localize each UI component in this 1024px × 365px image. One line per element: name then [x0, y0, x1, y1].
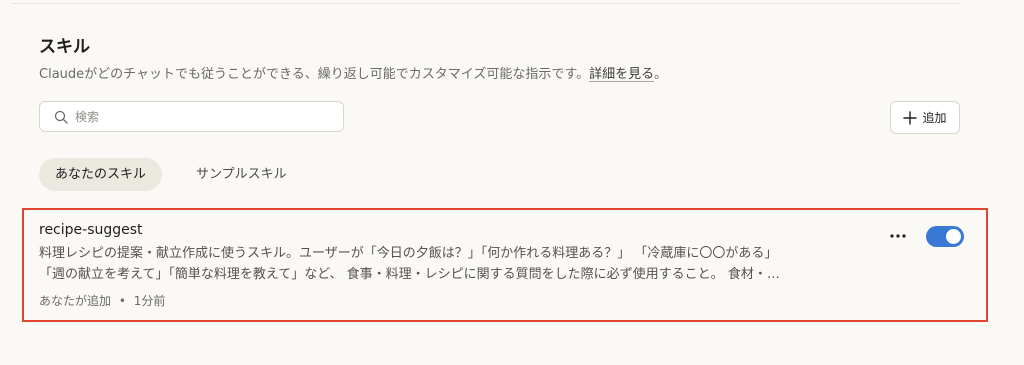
description-end: 。 [654, 67, 668, 82]
add-skill-button[interactable]: 追加 [890, 101, 960, 134]
skill-description: 料理レシピの提案・献立作成に使うスキル。ユーザーが「今日の夕飯は？」「何か作れる… [39, 243, 869, 285]
add-button-label: 追加 [922, 111, 947, 125]
skill-added-by: あなたが追加 [39, 294, 112, 308]
plus-icon [903, 110, 918, 125]
tab-your-skills[interactable]: あなたのスキル [39, 158, 163, 191]
description-text: Claudeがどのチャットでも従うことができる、繰り返し可能でカスタマイズ可能な… [39, 67, 590, 82]
skill-name[interactable]: recipe-suggest [39, 220, 143, 240]
search-box[interactable] [39, 101, 344, 132]
section-title: スキル [39, 37, 90, 57]
skill-enabled-toggle[interactable] [926, 226, 964, 247]
learn-more-link[interactable]: 詳細を見る [589, 67, 654, 82]
skill-description-line-2: 「週の献立を考えて」「簡単な料理を教えて」など、 食事・料理・レシピに関する質問… [39, 267, 780, 282]
more-horizontal-icon [890, 234, 906, 238]
section-description: Claudeがどのチャットでも従うことができる、繰り返し可能でカスタマイズ可能な… [39, 65, 667, 85]
search-icon [54, 110, 68, 124]
more-options-button[interactable] [886, 226, 910, 246]
skills-settings-page: スキル Claudeがどのチャットでも従うことができる、繰り返し可能でカスタマイ… [0, 0, 1024, 365]
skill-description-line-1: 料理レシピの提案・献立作成に使うスキル。ユーザーが「今日の夕飯は？」「何か作れる… [39, 246, 778, 261]
toggle-knob [946, 229, 961, 244]
meta-separator: • [118, 294, 126, 308]
skill-meta: あなたが追加 • 1分前 [39, 291, 165, 311]
search-input[interactable] [75, 102, 335, 131]
top-divider [12, 3, 960, 4]
skill-added-time: 1分前 [133, 294, 166, 308]
tab-sample-skills[interactable]: サンプルスキル [180, 158, 303, 191]
